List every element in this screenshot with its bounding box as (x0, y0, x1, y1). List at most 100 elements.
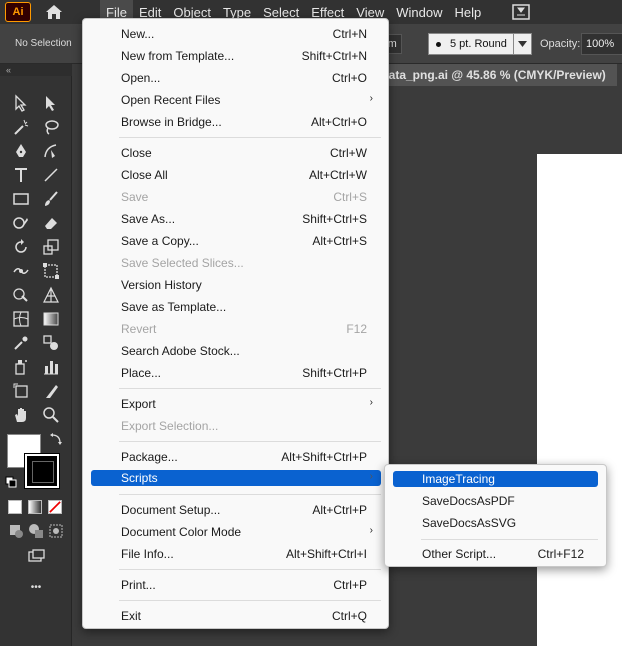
magic-wand-tool-icon[interactable] (9, 116, 33, 138)
menu-item-label: Close All (121, 168, 168, 182)
menu-item-shortcut: F12 (346, 322, 367, 336)
rectangle-tool-icon[interactable] (9, 188, 33, 210)
menu-item-close-all[interactable]: Close All Alt+Ctrl+W (91, 164, 381, 186)
menu-item-export[interactable]: Export › (91, 393, 381, 415)
menu-item-file-info[interactable]: File Info... Alt+Shift+Ctrl+I (91, 543, 381, 565)
menu-item-label: Close (121, 146, 152, 160)
menu-item-shortcut: Ctrl+O (331, 71, 367, 85)
script-item-savedocsassvg[interactable]: SaveDocsAsSVG (393, 515, 598, 531)
menu-item-browse-in-bridge[interactable]: Browse in Bridge... Alt+Ctrl+O (91, 111, 381, 133)
column-graph-tool-icon[interactable] (39, 356, 63, 378)
warp-tool-icon[interactable] (9, 260, 33, 282)
gradient-mode-button[interactable] (28, 500, 42, 514)
menu-item-save-selected-slices: Save Selected Slices... (91, 252, 381, 274)
menu-item-exit[interactable]: Exit Ctrl+Q (91, 605, 381, 627)
document-tab[interactable]: pdata_png.ai @ 45.86 % (CMYK/Preview) (370, 64, 622, 86)
menu-item-save-as-template[interactable]: Save as Template... (91, 296, 381, 318)
menu-item-label: Print... (121, 578, 156, 592)
menu-item-new-from-template[interactable]: New from Template... Shift+Ctrl+N (91, 45, 381, 67)
pen-tool-icon[interactable] (9, 140, 33, 162)
symbol-sprayer-tool-icon[interactable] (9, 356, 33, 378)
default-fill-stroke-icon[interactable] (5, 476, 17, 488)
edit-toolbar-button[interactable]: ••• (24, 576, 48, 598)
script-item-savedocsaspdf[interactable]: SaveDocsAsPDF (393, 493, 598, 509)
menu-item-document-setup[interactable]: Document Setup... Alt+Ctrl+P (91, 499, 381, 521)
gradient-tool-icon[interactable] (39, 308, 63, 330)
selection-tool-icon[interactable] (9, 92, 33, 114)
menu-window[interactable]: Window (390, 0, 448, 24)
slice-tool-icon[interactable] (39, 380, 63, 402)
menu-item-label: Exit (121, 609, 142, 623)
shaper-tool-icon[interactable] (9, 212, 33, 234)
direct-selection-tool-icon[interactable] (39, 92, 63, 114)
menu-item-document-color-mode[interactable]: Document Color Mode › (91, 521, 381, 543)
menu-item-label: Export Selection... (121, 419, 219, 433)
menu-item-save: Save Ctrl+S (91, 186, 381, 208)
arrange-documents-icon[interactable] (511, 3, 531, 21)
menu-item-scripts[interactable]: Scripts › (91, 470, 381, 486)
mesh-tool-icon[interactable] (9, 308, 33, 330)
menu-item-search-adobe-stock[interactable]: Search Adobe Stock... (91, 340, 381, 362)
menu-item-print[interactable]: Print... Ctrl+P (91, 574, 381, 596)
menu-item-save-a-copy[interactable]: Save a Copy... Alt+Ctrl+S (91, 230, 381, 252)
collapse-toolbar-button[interactable]: « (0, 64, 72, 76)
script-item-other-script[interactable]: Other Script... Ctrl+F12 (393, 546, 598, 562)
stroke-color-swatch[interactable] (25, 454, 59, 488)
brush-definition-select[interactable]: 5 pt. Round (428, 33, 514, 55)
menu-separator (421, 539, 598, 540)
swap-fill-stroke-icon[interactable] (49, 432, 63, 446)
menu-item-shortcut: Ctrl+F12 (537, 547, 584, 561)
menu-item-label: Save (121, 190, 149, 204)
menu-item-save-as[interactable]: Save As... Shift+Ctrl+S (91, 208, 381, 230)
opacity-label[interactable]: Opacity: (540, 38, 580, 50)
menu-item-revert: Revert F12 (91, 318, 381, 340)
blend-tool-icon[interactable] (39, 332, 63, 354)
home-icon[interactable] (41, 1, 67, 23)
paintbrush-tool-icon[interactable] (39, 188, 63, 210)
menu-separator (119, 494, 381, 495)
perspective-grid-tool-icon[interactable] (39, 284, 63, 306)
hand-tool-icon[interactable] (9, 404, 33, 426)
chevron-right-icon: › (369, 397, 373, 408)
menu-separator (119, 388, 381, 389)
curvature-tool-icon[interactable] (39, 140, 63, 162)
menu-help[interactable]: Help (448, 0, 487, 24)
screen-mode-icon[interactable] (24, 546, 48, 568)
menu-item-version-history[interactable]: Version History (91, 274, 381, 296)
menu-item-label: New... (121, 27, 155, 41)
lasso-tool-icon[interactable] (39, 116, 63, 138)
menu-item-label: Package... (121, 450, 178, 464)
menu-item-label: Open Recent Files (121, 93, 221, 107)
type-tool-icon[interactable] (9, 164, 33, 186)
tools-panel: ••• (0, 76, 72, 646)
none-mode-button[interactable] (48, 500, 62, 514)
menu-item-package[interactable]: Package... Alt+Shift+Ctrl+P (91, 446, 381, 468)
menu-item-label: Open... (121, 71, 161, 85)
menu-item-place[interactable]: Place... Shift+Ctrl+P (91, 362, 381, 384)
menu-item-label: Version History (121, 278, 202, 292)
menu-item-label: Document Color Mode (121, 525, 242, 539)
rotate-tool-icon[interactable] (9, 236, 33, 258)
eyedropper-tool-icon[interactable] (9, 332, 33, 354)
menu-item-new[interactable]: New... Ctrl+N (91, 23, 381, 45)
draw-inside-icon[interactable] (44, 520, 68, 542)
tab-divider (617, 64, 622, 86)
menu-item-close[interactable]: Close Ctrl+W (91, 142, 381, 164)
menu-item-open-recent[interactable]: Open Recent Files › (91, 89, 381, 111)
zoom-tool-icon[interactable] (39, 404, 63, 426)
shape-builder-tool-icon[interactable] (9, 284, 33, 306)
script-item-imagetracing[interactable]: ImageTracing (393, 471, 598, 487)
line-tool-icon[interactable] (39, 164, 63, 186)
menu-item-shortcut: Shift+Ctrl+P (302, 366, 367, 380)
free-transform-tool-icon[interactable] (39, 260, 63, 282)
opacity-input[interactable]: 100% (581, 33, 622, 55)
chevron-down-icon[interactable] (514, 33, 532, 55)
eraser-tool-icon[interactable] (39, 212, 63, 234)
menu-separator (119, 569, 381, 570)
menu-item-label: SaveDocsAsSVG (422, 516, 517, 530)
menu-item-open[interactable]: Open... Ctrl+O (91, 67, 381, 89)
artboard-tool-icon[interactable] (9, 380, 33, 402)
color-mode-button[interactable] (8, 500, 22, 514)
artboard[interactable] (537, 154, 622, 646)
scale-tool-icon[interactable] (39, 236, 63, 258)
